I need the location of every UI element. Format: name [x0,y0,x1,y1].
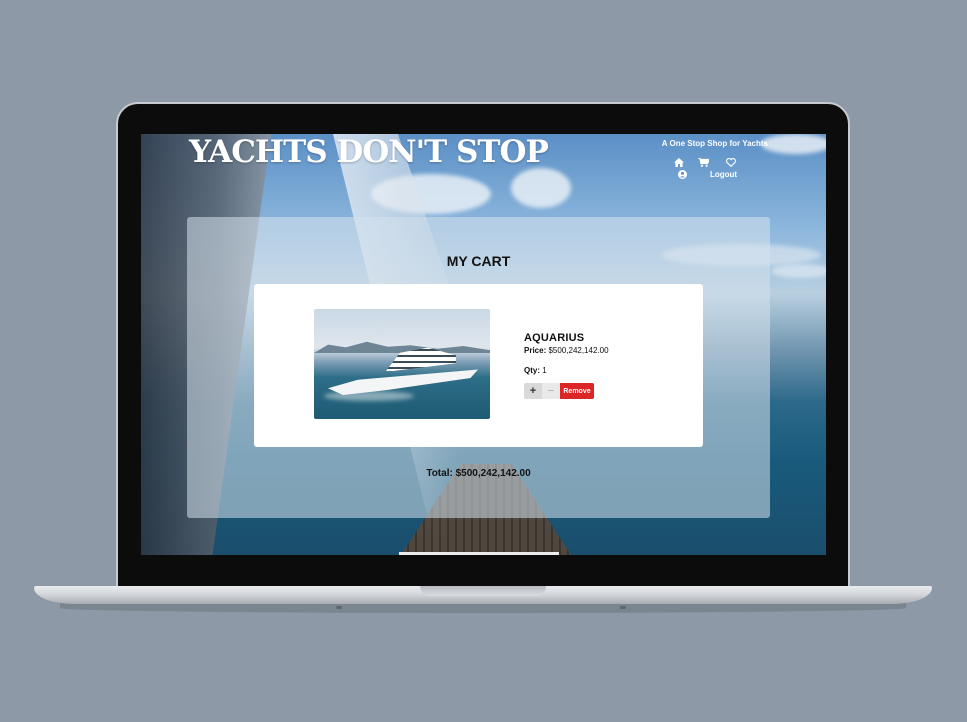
home-icon[interactable] [674,158,684,169]
quantity-controls: + − Remove [524,383,594,399]
qty-value: 1 [542,366,547,375]
laptop-mockup: YACHTS DON'T STOP A One Stop Shop for Ya… [0,0,967,722]
remove-button[interactable]: Remove [560,383,594,399]
laptop-notch [420,586,546,596]
logout-link[interactable]: Logout [710,170,737,179]
price-value: $500,242,142.00 [548,346,609,355]
page-title: MY CART [446,253,511,269]
top-nav: Logout [674,157,746,181]
browser-screen: YACHTS DON'T STOP A One Stop Shop for Ya… [141,134,826,555]
product-image[interactable] [314,309,490,419]
total-value: $500,242,142.00 [455,468,531,479]
page-scroll-indicator [399,552,559,555]
decrease-quantity-button[interactable]: − [542,383,560,399]
price-label: Price: [524,346,547,355]
product-price: Price: $500,242,142.00 [524,346,609,355]
site-tagline: A One Stop Shop for Yachts [661,139,768,148]
cart-icon[interactable] [698,157,710,169]
cart-panel: MY CART AQUARIUS Price: $500,242,142.00 … [187,217,770,518]
cart-total: Total: $500,242,142.00 [187,468,770,479]
heart-icon[interactable] [726,158,736,169]
total-label: Total: [426,468,453,479]
cart-item-card: AQUARIUS Price: $500,242,142.00 Qty: 1 +… [254,284,703,447]
increase-quantity-button[interactable]: + [524,383,542,399]
product-info: AQUARIUS Price: $500,242,142.00 Qty: 1 [524,332,609,375]
user-circle-icon[interactable] [678,170,687,181]
product-name[interactable]: AQUARIUS [524,332,609,344]
site-logo[interactable]: YACHTS DON'T STOP [189,134,549,170]
qty-label: Qty: [524,366,540,375]
product-quantity: Qty: 1 [524,366,609,375]
